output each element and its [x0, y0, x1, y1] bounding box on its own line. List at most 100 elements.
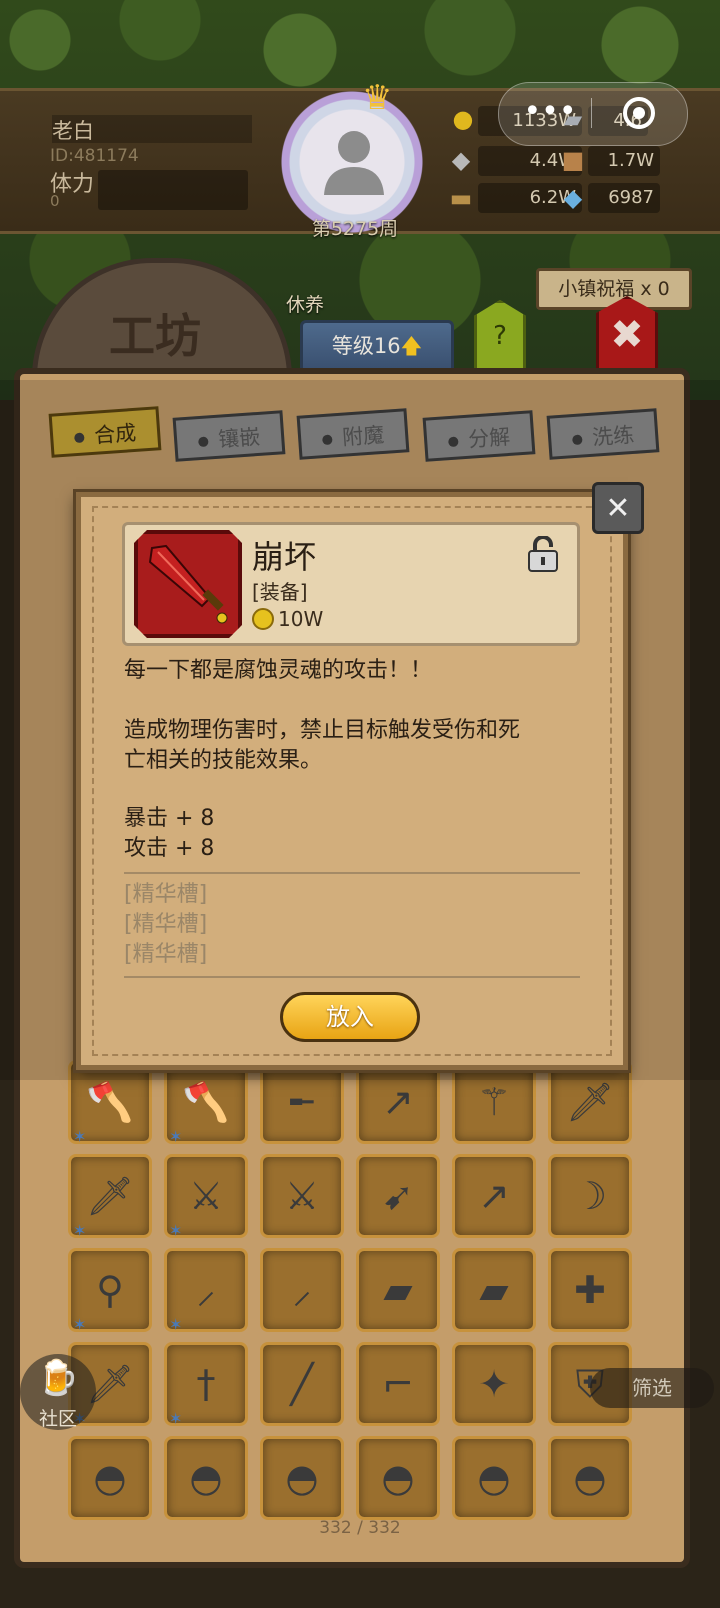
- inventory-slot[interactable]: ↗: [452, 1154, 536, 1238]
- put-in-button[interactable]: 放入: [280, 992, 420, 1042]
- spear-icon: ↗: [478, 1174, 510, 1218]
- week-label: 第5275周: [311, 218, 399, 240]
- resource-crystal: 6987: [588, 183, 660, 213]
- helmet-icon: ◓: [381, 1456, 415, 1500]
- popup-close-button[interactable]: ✕: [592, 482, 644, 534]
- inventory-slot[interactable]: ⚲ ✶: [68, 1248, 152, 1334]
- crown-icon: ♛: [362, 78, 393, 118]
- helmet-icon: ◓: [189, 1456, 223, 1500]
- helmet-icon: ◓: [285, 1456, 319, 1500]
- crystal-icon: ◆: [563, 184, 583, 212]
- player-name: 老白: [52, 115, 252, 143]
- inventory-slot[interactable]: ◓: [164, 1436, 248, 1520]
- stamina-bar: [98, 170, 248, 210]
- star-badge-icon: ✶: [169, 1315, 183, 1334]
- stamina-value: 0: [50, 192, 60, 210]
- ore-icon: ◆: [451, 146, 471, 174]
- divider: [124, 872, 580, 874]
- orb-staff-icon: ⚲: [96, 1268, 124, 1312]
- axe-icon: 🪓: [86, 1080, 134, 1124]
- red-sword-icon: [148, 544, 228, 624]
- item-stat-crit: 暴击 + 8: [124, 806, 215, 831]
- inventory-slot[interactable]: ✚: [548, 1248, 632, 1332]
- cleaver-icon: ▰: [383, 1268, 413, 1312]
- inventory-slot[interactable]: ➹: [356, 1154, 440, 1238]
- wood-log-icon: ▬: [449, 184, 473, 212]
- essence-slot: [精华槽]: [124, 912, 208, 937]
- spear-icon: ↗: [382, 1080, 414, 1124]
- workshop-title: 工坊: [109, 309, 201, 363]
- dagger-icon: †: [196, 1362, 216, 1406]
- item-price: 10W: [278, 607, 324, 631]
- star-badge-icon: ✶: [169, 1221, 183, 1240]
- inventory-slot[interactable]: † ✶: [164, 1342, 248, 1428]
- gold-coin-icon: ●: [452, 105, 474, 133]
- curved-blade-icon: ⸝: [196, 1268, 216, 1312]
- rifle-icon: ╾: [290, 1080, 314, 1124]
- essence-slot: [精华槽]: [124, 942, 208, 967]
- axe-icon: 🪓: [182, 1080, 230, 1124]
- more-menu-button[interactable]: •••: [520, 92, 580, 132]
- star-badge-icon: ✶: [73, 1315, 87, 1334]
- essence-slot: [精华槽]: [124, 882, 208, 907]
- inventory-count: 332 / 332: [319, 1518, 401, 1538]
- item-stat-attack: 攻击 + 8: [124, 836, 215, 861]
- scythe-icon: ☽: [572, 1174, 608, 1218]
- inventory-slot[interactable]: ▰: [452, 1248, 536, 1332]
- inventory-slot[interactable]: ⌐: [356, 1342, 440, 1426]
- crossed-blades-icon: ⚔: [188, 1174, 224, 1218]
- item-name: 崩坏: [252, 538, 317, 576]
- item-effect-line-1: 造成物理伤害时，禁止目标触发受伤和死: [124, 718, 521, 743]
- gold-coin-icon: [252, 608, 274, 630]
- curved-blade-icon: ⸝: [292, 1268, 312, 1312]
- unlock-icon[interactable]: [526, 536, 560, 572]
- staff-icon: ⚚: [476, 1080, 512, 1124]
- avatar-placeholder-icon: [324, 131, 384, 195]
- inventory-slot[interactable]: ◓: [260, 1436, 344, 1520]
- star-badge-icon: ✶: [169, 1127, 183, 1146]
- inventory-slot[interactable]: ◓: [356, 1436, 440, 1520]
- beer-mug-icon: 🍺: [36, 1358, 80, 1398]
- helmet-icon: ◓: [93, 1456, 127, 1500]
- star-badge-icon: ✶: [73, 1221, 87, 1240]
- inventory-slot[interactable]: ⚔ ✶: [164, 1154, 248, 1240]
- inventory-slot[interactable]: ⸝: [260, 1248, 344, 1332]
- divider: [124, 976, 580, 978]
- inventory-slot[interactable]: ☽: [548, 1154, 632, 1238]
- inventory-slot[interactable]: ◓: [452, 1436, 536, 1520]
- resource-leather: 1.7W: [588, 146, 660, 176]
- level-tab[interactable]: 等级16🡅: [300, 320, 454, 372]
- level-label: 等级16: [331, 334, 401, 358]
- katana-icon: ╱: [290, 1362, 314, 1406]
- level-up-arrow-icon: 🡅: [400, 334, 423, 358]
- pistol-icon: ⌐: [382, 1362, 414, 1406]
- cleaver-icon: ▰: [479, 1268, 509, 1312]
- community-label: 社区: [38, 1408, 77, 1430]
- rest-button[interactable]: 休养: [286, 290, 324, 317]
- inventory-slot[interactable]: ◓: [68, 1436, 152, 1520]
- star-badge-icon: ✶: [73, 1127, 87, 1146]
- player-id: ID:481174: [50, 146, 139, 166]
- inventory-slot[interactable]: 🗡✶: [68, 1154, 152, 1240]
- close-miniprogram-icon[interactable]: [623, 97, 655, 129]
- inventory-slot[interactable]: ⸝ ✶: [164, 1248, 248, 1334]
- star-badge-icon: ✶: [169, 1409, 183, 1428]
- helmet-icon: ◓: [477, 1456, 511, 1500]
- item-flavor-text: 每一下都是腐蚀灵魂的攻击！！: [124, 658, 433, 683]
- inventory-slot[interactable]: ▰: [356, 1248, 440, 1332]
- inventory-slot[interactable]: ◓: [548, 1436, 632, 1520]
- dark-sword-icon: 🗡: [85, 1174, 135, 1218]
- filter-button[interactable]: 筛选: [590, 1368, 714, 1408]
- inventory-slot[interactable]: ╱: [260, 1342, 344, 1426]
- crossbow-icon: ➹: [382, 1174, 414, 1218]
- helmet-icon: ◓: [573, 1456, 607, 1500]
- crossed-blades-icon: ⚔: [284, 1174, 320, 1218]
- capsule-divider: [591, 98, 592, 128]
- inventory-slot[interactable]: ⚔: [260, 1154, 344, 1238]
- dark-sword-icon: 🗡: [565, 1080, 615, 1124]
- item-effect-line-2: 亡相关的技能效果。: [124, 748, 323, 773]
- item-type: [装备]: [252, 580, 308, 604]
- inventory-slot[interactable]: ✦: [452, 1342, 536, 1426]
- medkit-icon: ✚: [574, 1268, 606, 1312]
- leather-icon: ■: [561, 146, 585, 174]
